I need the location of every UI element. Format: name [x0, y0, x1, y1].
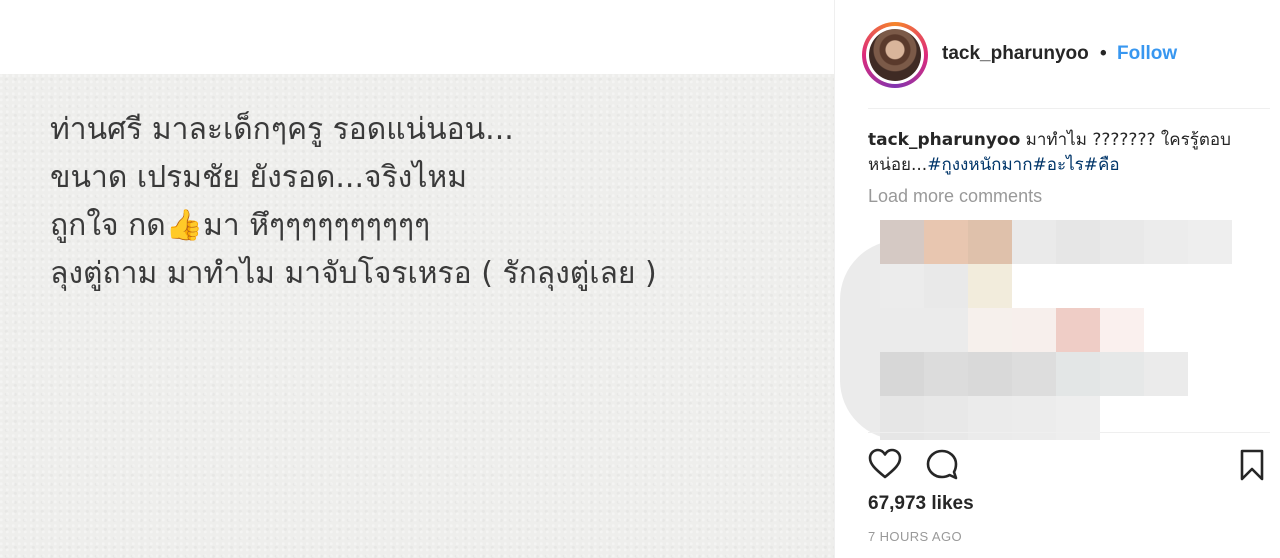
- hashtag-link[interactable]: #อะไร: [1033, 155, 1084, 175]
- header-divider: [868, 108, 1270, 109]
- blur-tile: [968, 264, 1012, 308]
- blur-tile: [1100, 352, 1144, 396]
- avatar[interactable]: [862, 22, 928, 88]
- blur-tile: [1144, 352, 1188, 396]
- blur-tile: [880, 396, 924, 440]
- blur-tile: [1012, 308, 1056, 352]
- heart-icon[interactable]: [868, 448, 902, 485]
- post-text-line-3: ถูกใจ กด👍มา หึๆๆๆๆๆๆๆๆๆๆ: [50, 206, 430, 246]
- caption-username[interactable]: tack_pharunyoo: [868, 130, 1020, 150]
- likes-count[interactable]: 67,973 likes: [868, 493, 974, 515]
- hashtag-link[interactable]: #กูงงหนักมาก: [927, 155, 1032, 175]
- header-separator: •: [1100, 43, 1107, 64]
- blur-tile: [1100, 220, 1144, 264]
- comment-icon[interactable]: [925, 448, 959, 487]
- blur-tile: [1188, 220, 1232, 264]
- thumbs-up-icon: 👍: [165, 208, 204, 243]
- header-username[interactable]: tack_pharunyoo: [942, 43, 1089, 65]
- load-more-comments-link[interactable]: Load more comments: [868, 186, 1042, 207]
- follow-button[interactable]: Follow: [1117, 43, 1177, 65]
- blur-tile: [1056, 352, 1100, 396]
- blur-tile: [924, 396, 968, 440]
- blur-tile: [1012, 352, 1056, 396]
- blur-tile: [968, 308, 1012, 352]
- blur-tile: [924, 352, 968, 396]
- blur-tile: [1056, 308, 1100, 352]
- blurred-comments: [840, 210, 1240, 440]
- bookmark-icon[interactable]: [1238, 448, 1266, 487]
- caption: tack_pharunyoo มาทำไม ??????? ใครรู้ตอบห…: [868, 128, 1268, 178]
- blur-tile: [1056, 220, 1100, 264]
- blur-tile: [1144, 220, 1188, 264]
- blur-tile: [880, 352, 924, 396]
- blur-tile: [924, 220, 968, 264]
- post-text-line-4: ลุงตู่ถาม มาทำไม มาจับโจรเหรอ ( รักลุงตู…: [50, 256, 657, 291]
- avatar-photo: [869, 29, 921, 81]
- post-timestamp[interactable]: 7 HOURS AGO: [868, 529, 962, 544]
- blur-tile: [968, 352, 1012, 396]
- blur-tile: [1012, 396, 1056, 440]
- post-text-line-2: ขนาด เปรมชัย ยังรอด...จริงไหม: [50, 160, 467, 195]
- blur-tile: [880, 264, 924, 308]
- blur-tile: [968, 396, 1012, 440]
- actions-divider: [868, 432, 1270, 433]
- post-image[interactable]: ท่านศรี มาละเด็กๆครู รอดแน่นอน... ขนาด เ…: [0, 0, 834, 558]
- post-text-line-1: ท่านศรี มาละเด็กๆครู รอดแน่นอน...: [50, 112, 514, 147]
- blur-tile: [1056, 396, 1100, 440]
- blur-tile: [924, 264, 968, 308]
- blur-tile: [1100, 308, 1144, 352]
- avatar-ring-gap: [866, 26, 924, 84]
- post-text-line-3-start: ถูกใจ กด: [50, 208, 166, 243]
- blur-tile: [968, 220, 1012, 264]
- post-text-line-3-end: มา หึๆๆๆๆๆๆๆๆๆๆ: [203, 208, 431, 243]
- blur-tile: [1012, 220, 1056, 264]
- blur-tile: [880, 220, 924, 264]
- hashtag-link[interactable]: #คือ: [1084, 155, 1120, 175]
